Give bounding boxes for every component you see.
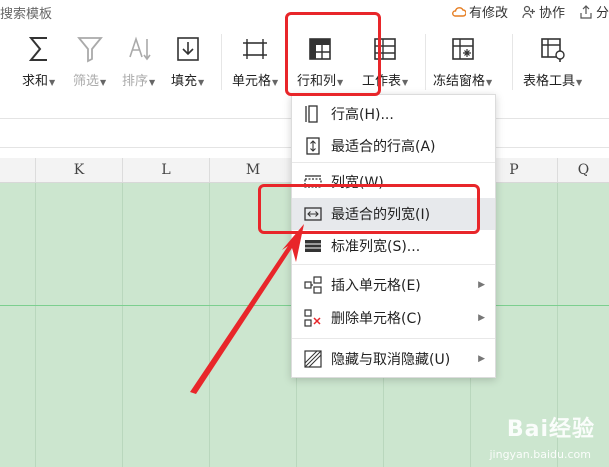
baidu-watermark: Bai经验 xyxy=(506,417,595,442)
annotation-arrow xyxy=(190,224,304,394)
baidu-watermark-url: jingyan.baidu.com xyxy=(489,448,591,461)
arrow-shape xyxy=(190,224,304,394)
